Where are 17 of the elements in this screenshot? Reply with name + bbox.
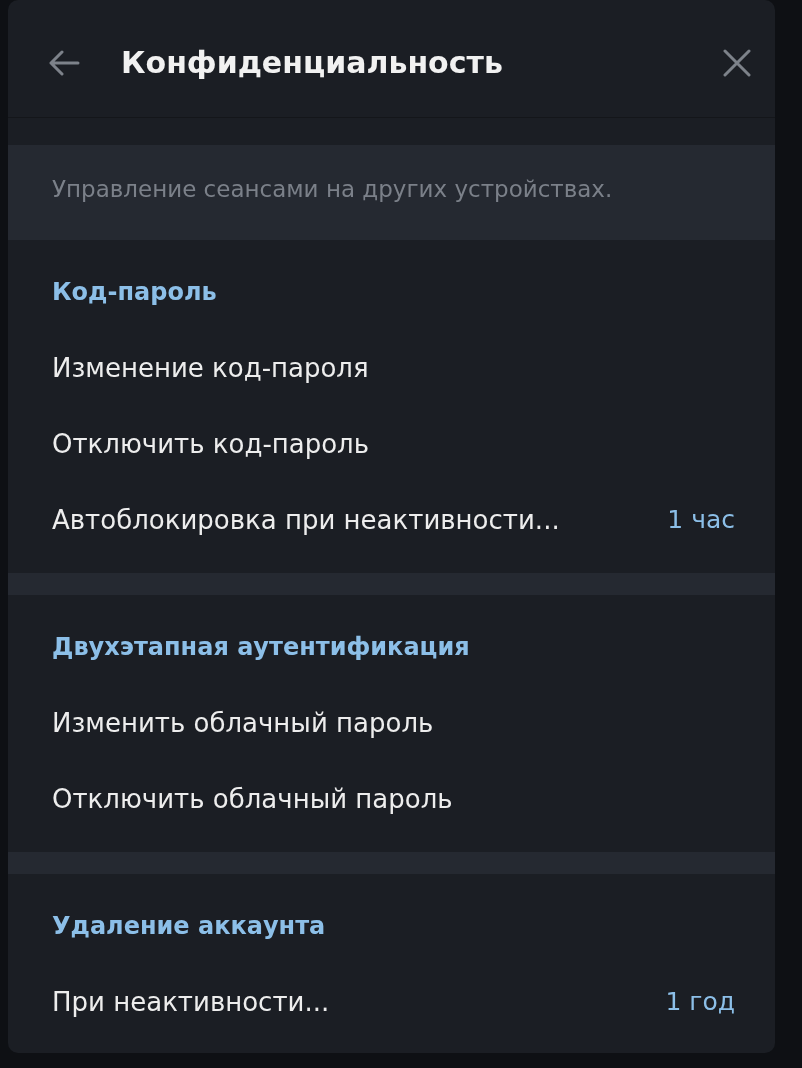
dialog-title: Конфиденциальность — [121, 47, 503, 78]
section-title: Удаление аккаунта — [52, 911, 326, 942]
back-arrow-icon — [48, 49, 80, 76]
settings-item[interactable]: Автоблокировка при неактивности... 1 час — [8, 482, 775, 558]
section-title: Двухэтапная аутентификация — [52, 632, 470, 663]
settings-item[interactable]: При неактивности... 1 год — [8, 964, 775, 1040]
section-title: Код-пароль — [52, 277, 217, 308]
settings-item[interactable]: Изменить облачный пароль — [8, 685, 775, 761]
close-button[interactable] — [723, 48, 751, 77]
value-label: 1 год — [665, 986, 735, 1019]
settings-item[interactable]: Отключить код-пароль — [8, 406, 775, 482]
back-button[interactable] — [48, 48, 80, 77]
close-icon — [723, 48, 751, 77]
settings-item[interactable]: Изменение код-пароля — [8, 330, 775, 406]
info-text: Управление сеансами на других устройствах. — [52, 175, 613, 205]
settings-item[interactable]: Отключить облачный пароль — [8, 761, 775, 837]
value-label: 1 час — [667, 504, 735, 537]
